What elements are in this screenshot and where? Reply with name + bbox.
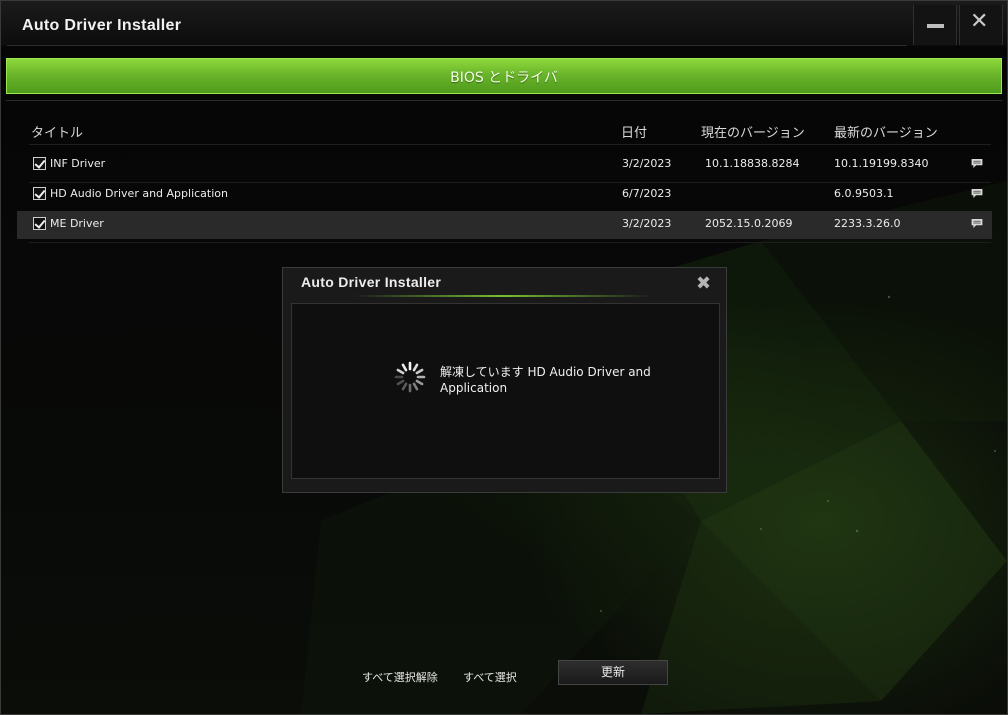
update-button[interactable]: 更新 — [558, 660, 668, 685]
title-bar: Auto Driver Installer ✕ — [1, 1, 1007, 46]
category-header-label: BIOS とドライバ — [450, 70, 558, 86]
row-date: 6/7/2023 — [622, 187, 672, 200]
column-header-date[interactable]: 日付 — [621, 122, 647, 141]
dialog-message-line1: 解凍しています HD Audio Driver and — [440, 365, 651, 379]
column-header-title[interactable]: タイトル — [31, 122, 83, 141]
close-icon: ✕ — [970, 9, 989, 34]
column-header-current-version[interactable]: 現在のバージョン — [701, 122, 805, 141]
select-all-link[interactable]: すべて選択 — [463, 669, 517, 685]
header-divider — [6, 100, 1002, 101]
row-current-version: 10.1.18838.8284 — [705, 157, 800, 170]
row-checkbox[interactable] — [33, 217, 46, 230]
table-row[interactable]: HD Audio Driver and Application 6/7/2023… — [17, 181, 992, 209]
comment-icon[interactable] — [971, 219, 983, 228]
row-latest-version: 10.1.19199.8340 — [834, 157, 929, 170]
dialog-message-line2: Application — [440, 381, 508, 395]
row-divider — [29, 242, 991, 243]
row-latest-version: 6.0.9503.1 — [834, 187, 894, 200]
table-header-divider — [29, 144, 991, 145]
table-row[interactable]: INF Driver 3/2/2023 10.1.18838.8284 10.1… — [17, 151, 992, 179]
close-icon: ✖ — [696, 273, 712, 294]
deselect-all-link[interactable]: すべて選択解除 — [362, 669, 438, 685]
table-row-selected[interactable]: ME Driver 3/2/2023 2052.15.0.2069 2233.3… — [17, 211, 992, 239]
row-title: INF Driver — [50, 157, 106, 170]
row-title: HD Audio Driver and Application — [50, 187, 228, 200]
row-checkbox[interactable] — [33, 157, 46, 170]
dialog-message: 解凍しています HD Audio Driver and Application — [440, 364, 680, 396]
minimize-button[interactable] — [913, 5, 957, 45]
minimize-icon — [927, 24, 944, 28]
close-button[interactable]: ✕ — [959, 5, 1003, 45]
row-title: ME Driver — [50, 217, 104, 230]
comment-icon[interactable] — [971, 189, 983, 198]
dialog-content: 解凍しています HD Audio Driver and Application — [291, 303, 720, 479]
row-current-version: 2052.15.0.2069 — [705, 217, 793, 230]
app-window: Auto Driver Installer ✕ BIOS とドライバ タイトル … — [0, 0, 1008, 715]
title-divider — [7, 45, 907, 46]
progress-dialog: Auto Driver Installer ✖ 解凍しています HD Audio… — [282, 267, 727, 493]
window-title: Auto Driver Installer — [22, 17, 182, 34]
row-date: 3/2/2023 — [622, 157, 672, 170]
row-date: 3/2/2023 — [622, 217, 672, 230]
row-checkbox[interactable] — [33, 187, 46, 200]
category-header[interactable]: BIOS とドライバ — [6, 58, 1002, 94]
dialog-title-accent — [353, 295, 653, 297]
spinner-icon — [394, 361, 426, 393]
comment-icon[interactable] — [971, 159, 983, 168]
dialog-close-button[interactable]: ✖ — [696, 273, 711, 294]
row-latest-version: 2233.3.26.0 — [834, 217, 901, 230]
dialog-title: Auto Driver Installer — [301, 274, 442, 290]
column-header-latest-version[interactable]: 最新のバージョン — [834, 122, 938, 141]
